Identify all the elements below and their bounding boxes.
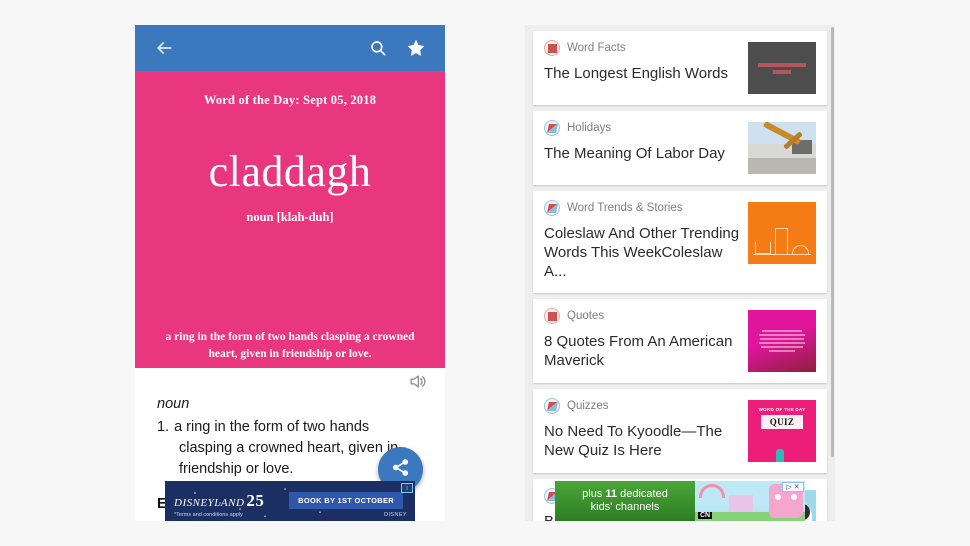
card-title: The Longest English Words <box>544 65 728 82</box>
app-bar <box>135 25 445 71</box>
card-thumbnail <box>748 42 816 94</box>
quotes-icon <box>544 307 560 324</box>
quiz-thumb-label: QUIZ <box>760 414 804 429</box>
category-row: Word Facts <box>544 40 740 56</box>
word-facts-icon <box>544 40 560 56</box>
card-category: Quotes <box>567 309 605 322</box>
ad-logo-text: DISNEYLAND <box>174 497 245 509</box>
card-title: No Need To Kyoodle—The New Quiz Is Here <box>544 422 723 459</box>
list-item[interactable]: Holidays The Meaning Of Labor Day <box>533 111 827 185</box>
ad-logo-number: 25 <box>246 491 265 510</box>
ad-cta-button[interactable]: BOOK BY 1ST OCTOBER <box>289 492 403 509</box>
category-row: Holidays <box>544 120 740 136</box>
word-short-definition: a ring in the form of two hands clasping… <box>165 331 415 361</box>
ad-headline-part-1: plus <box>582 487 606 500</box>
article-feed-panel[interactable]: Word Facts The Longest English Words Hol… <box>525 25 835 521</box>
ad-logo: DISNEYLAND 25 <box>174 491 264 511</box>
rainbow-icon <box>699 484 725 498</box>
ad-headline: plus 11 dedicated kids' channels <box>555 481 695 521</box>
card-category: Word Facts <box>567 42 626 54</box>
quizzes-icon <box>544 397 560 414</box>
card-category: Holidays <box>567 122 612 134</box>
arrow-left-icon[interactable] <box>149 33 179 63</box>
advertisement-banner-right[interactable]: plus 11 dedicated kids' channels CN ▷ ✕ <box>555 481 805 521</box>
list-item[interactable]: Word Facts The Longest English Words <box>533 31 827 105</box>
card-title: Coleslaw And Other Trending Words This W… <box>544 225 740 281</box>
card-title: 8 Quotes From An American Maverick <box>544 332 733 369</box>
card-thumbnail <box>748 309 816 372</box>
ad-headline-part-2: dedicated <box>617 487 668 500</box>
holidays-icon <box>544 120 560 136</box>
word-trends-icon <box>544 200 560 216</box>
word-of-the-day-panel: Word of the Day: Sept 05, 2018 claddagh … <box>135 25 445 521</box>
word-of-the-day-term: claddagh <box>208 147 372 196</box>
card-thumbnail <box>748 122 816 174</box>
definition-text: a ring in the form of two hands clasping… <box>174 419 399 478</box>
word-hero: Word of the Day: Sept 05, 2018 claddagh … <box>135 71 445 368</box>
card-category: Word Trends & Stories <box>567 202 683 214</box>
speaker-icon[interactable] <box>408 372 427 396</box>
category-row: Quizzes <box>544 397 740 414</box>
card-content: Quizzes No Need To Kyoodle—The New Quiz … <box>544 397 748 462</box>
quiz-thumb-kicker: WORD OF THE DAY <box>758 406 806 412</box>
category-row: Word Trends & Stories <box>544 200 740 216</box>
card-content: Quotes 8 Quotes From An American Maveric… <box>544 307 748 372</box>
ad-brand-text: DISNEY <box>384 512 407 518</box>
search-icon[interactable] <box>363 33 393 63</box>
list-item[interactable]: Quotes 8 Quotes From An American Maveric… <box>533 298 827 383</box>
part-of-speech: noun <box>157 396 190 412</box>
ad-choices-icon[interactable]: i <box>401 483 413 493</box>
feed-scrollbar[interactable] <box>831 27 834 457</box>
star-icon[interactable] <box>401 33 431 63</box>
ad-artwork: CN ▷ ✕ <box>695 481 805 521</box>
ad-terms-text: *Terms and conditions apply <box>174 512 243 518</box>
definition-number: 1. <box>157 419 170 435</box>
ad-headline-number: 11 <box>605 487 618 500</box>
card-thumbnail: WORD OF THE DAY QUIZ <box>748 399 816 462</box>
list-item[interactable]: Word Trends & Stories Coleslaw And Other… <box>533 191 827 293</box>
share-icon <box>391 458 410 482</box>
card-content: Word Trends & Stories Coleslaw And Other… <box>544 200 748 282</box>
ad-choices-icon[interactable]: ▷ ✕ <box>782 482 804 492</box>
card-content: Word Facts The Longest English Words <box>544 40 748 94</box>
network-logo: CN <box>698 512 713 519</box>
advertisement-banner-left[interactable]: DISNEYLAND 25 BOOK BY 1ST OCTOBER *Terms … <box>165 481 415 521</box>
card-category: Quizzes <box>567 399 609 412</box>
card-title: The Meaning Of Labor Day <box>544 145 725 162</box>
word-of-the-day-date: Word of the Day: Sept 05, 2018 <box>203 93 377 107</box>
word-pronunciation: noun [klah-duh] <box>246 210 334 224</box>
card-content: Holidays The Meaning Of Labor Day <box>544 120 748 174</box>
screenshot-stage: Word of the Day: Sept 05, 2018 claddagh … <box>0 0 970 546</box>
ad-headline-part-3: kids' channels <box>590 501 660 513</box>
card-thumbnail <box>748 202 816 264</box>
list-item[interactable]: Quizzes No Need To Kyoodle—The New Quiz … <box>533 388 827 473</box>
category-row: Quotes <box>544 307 740 324</box>
